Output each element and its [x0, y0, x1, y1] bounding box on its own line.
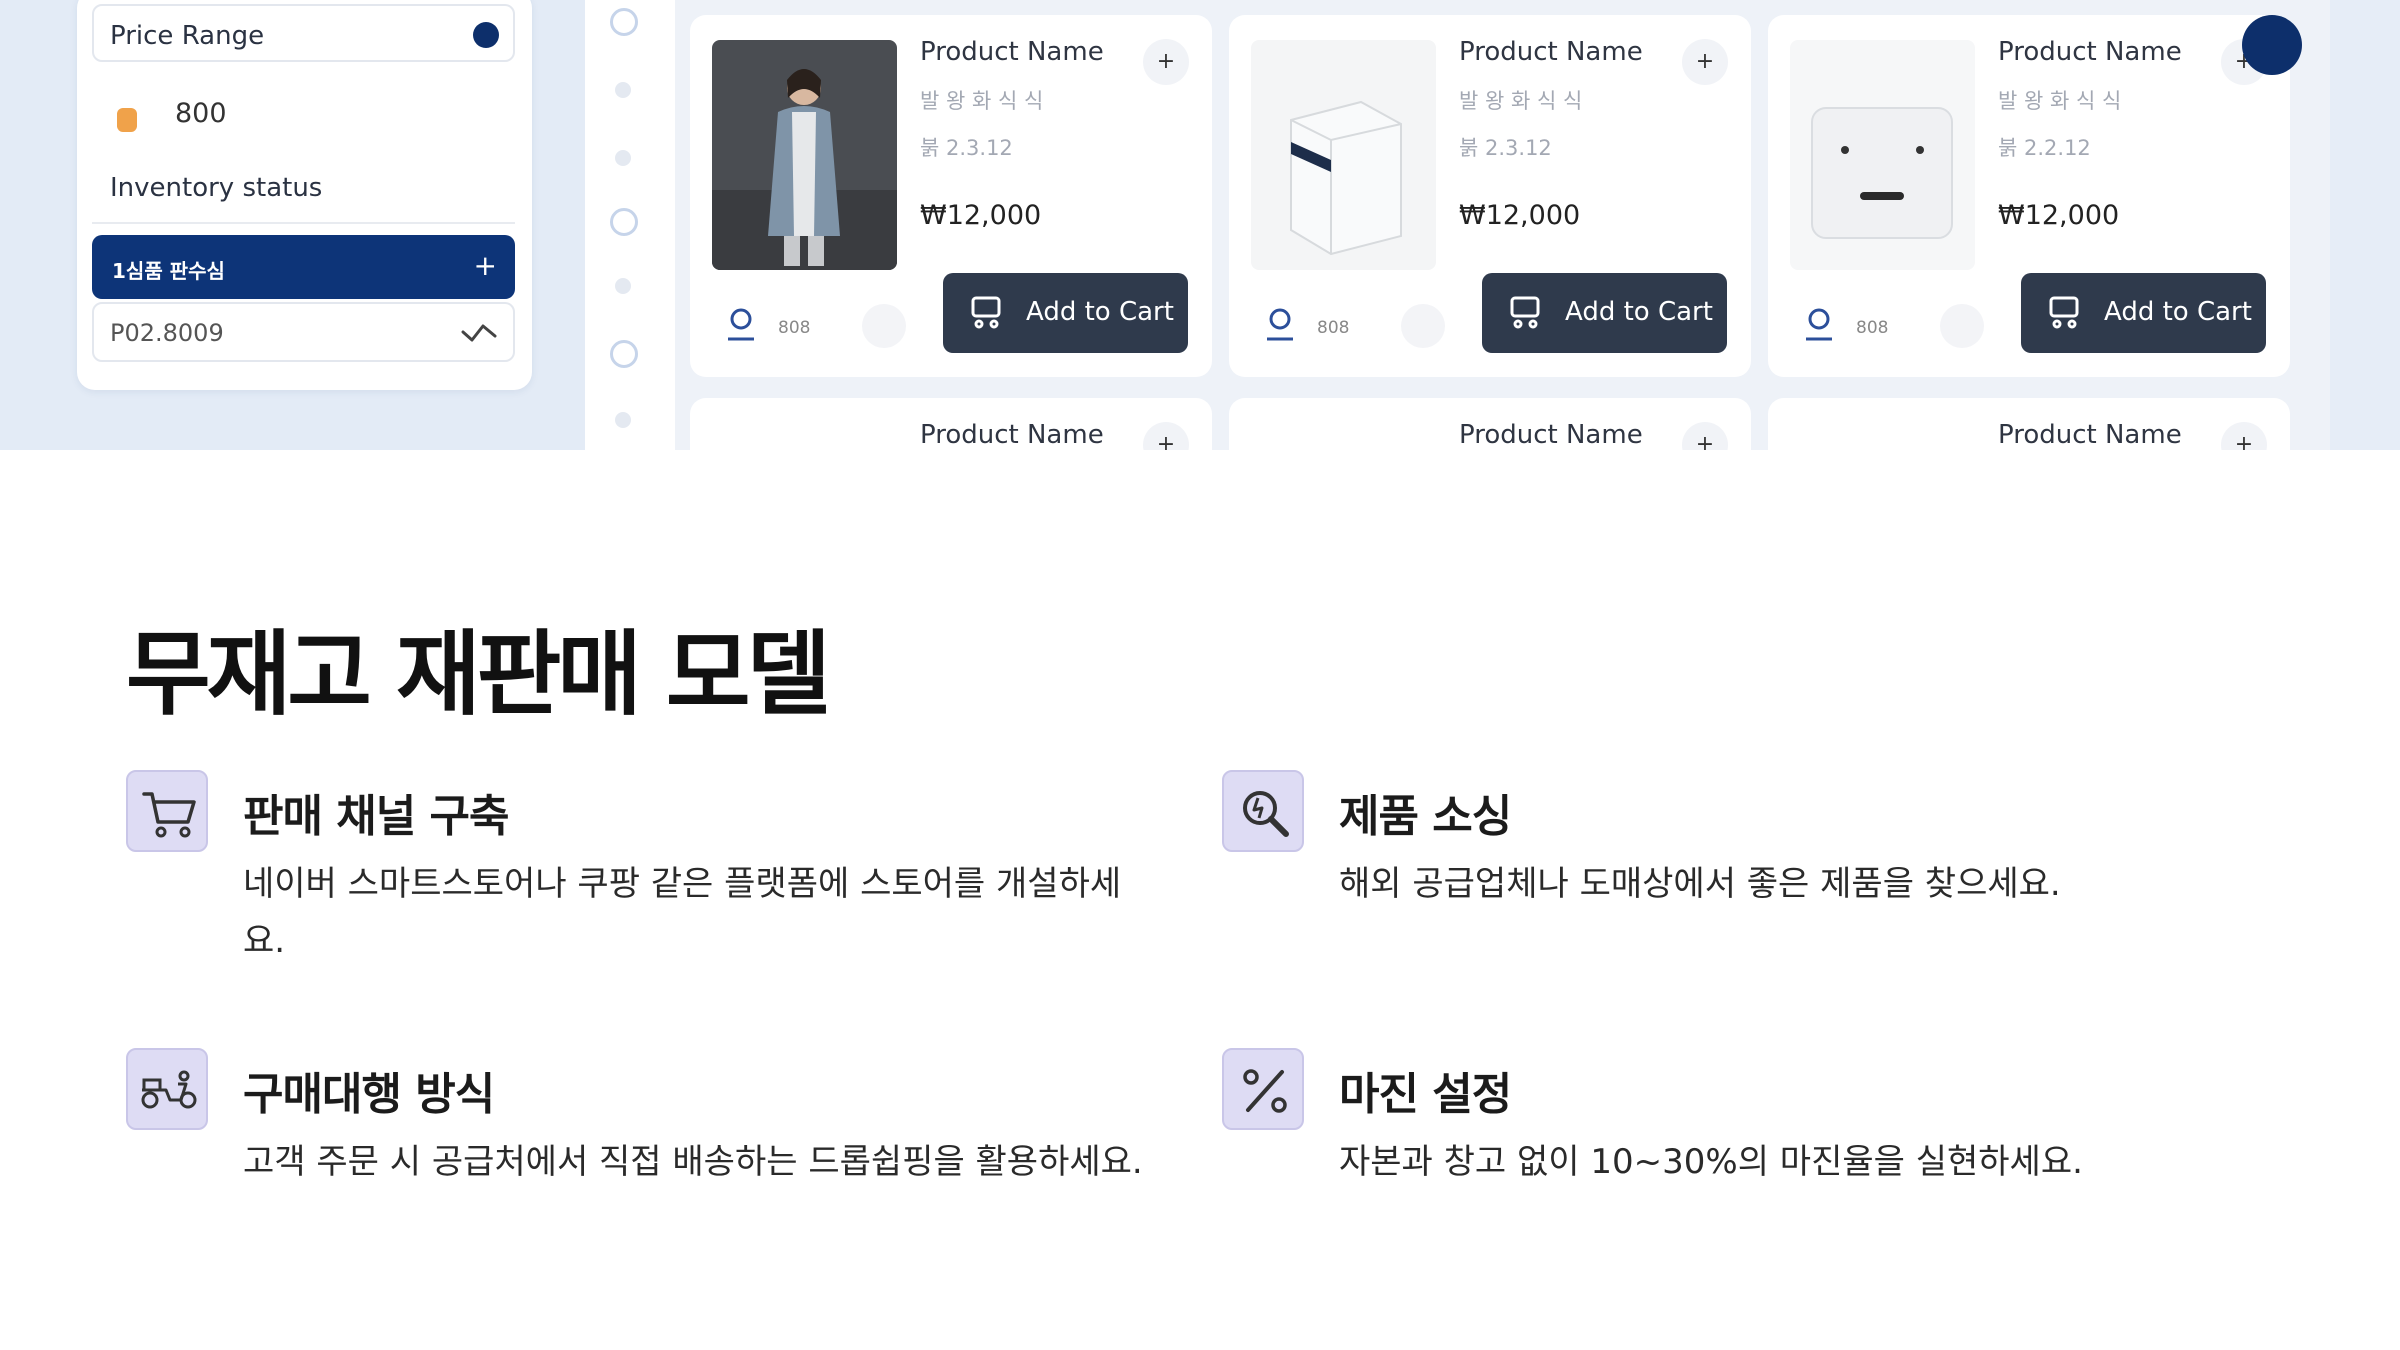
product-subtitle: 발 왕 화 식 식 [1459, 89, 1583, 113]
cart-icon [2049, 296, 2079, 329]
price-value-text: 800 [175, 98, 227, 129]
add-to-cart-label: Add to Cart [2104, 297, 2252, 327]
feature-description: 네이버 스마트스토어나 쿠팡 같은 플랫폼에 스토어를 개설하세 [243, 864, 1122, 904]
cart-icon [971, 296, 1001, 329]
plus-icon[interactable]: + [474, 249, 497, 282]
product-name[interactable]: Product Name [920, 37, 1104, 67]
search-tool-icon [1222, 770, 1304, 852]
add-to-cart-button[interactable]: Add to Cart [943, 273, 1188, 353]
delivery-scooter-icon [126, 1048, 208, 1130]
product-image-white-device[interactable] [1790, 40, 1975, 270]
product-meta: 붉 2.3.12 [920, 136, 1013, 160]
inventory-code-field[interactable]: P02.8009 [92, 302, 515, 362]
product-card[interactable]: Product Name + 발 왕 화 식 식 붉 2.3.12 ₩12,00… [1229, 15, 1751, 377]
product-card[interactable]: Product Name + [690, 398, 1212, 450]
circle-icon[interactable] [610, 208, 638, 236]
price-range-label: Price Range [110, 21, 265, 51]
product-subtitle: 발 왕 화 식 식 [920, 89, 1044, 113]
coin-icon [117, 108, 137, 132]
product-price: ₩12,000 [920, 200, 1042, 231]
product-name[interactable]: Product Name [920, 420, 1104, 450]
product-name[interactable]: Product Name [1459, 37, 1643, 67]
add-to-cart-button[interactable]: Add to Cart [2021, 273, 2266, 353]
add-to-cart-label: Add to Cart [1026, 297, 1174, 327]
product-count: 808 [1856, 318, 1889, 338]
inventory-status-selected: 1심품 판수심 [112, 259, 225, 283]
circle-icon[interactable] [610, 340, 638, 368]
dot-icon[interactable] [615, 412, 631, 428]
percent-icon [1222, 1048, 1304, 1130]
product-price: ₩12,000 [1998, 200, 2120, 231]
inventory-status-select[interactable]: 1심품 판수심 + [92, 235, 515, 299]
user-icon[interactable] [1263, 307, 1297, 341]
store-screenshot: Price Range 800 Inventory status 1심품 판수심… [0, 0, 2400, 450]
product-count: 808 [1317, 318, 1350, 338]
product-name[interactable]: Product Name [1459, 420, 1643, 450]
product-count: 808 [778, 318, 811, 338]
feature-description: 고객 주문 시 공급처에서 직접 배송하는 드롭쉽핑을 활용하세요. [243, 1142, 1143, 1182]
feature-title: 제품 소싱 [1339, 791, 1512, 842]
product-price: ₩12,000 [1459, 200, 1581, 231]
like-icon[interactable] [1940, 304, 1984, 348]
flag-icon[interactable] [610, 8, 638, 36]
product-card[interactable]: Product Name + 발 왕 화 식 식 붉 2.2.12 ₩12,00… [1768, 15, 2290, 377]
add-plus-icon[interactable]: + [1682, 422, 1728, 450]
slide-title: 무재고 재판매 모델 [126, 621, 831, 728]
floating-action-button[interactable] [2242, 15, 2302, 75]
product-subtitle: 발 왕 화 식 식 [1998, 89, 2122, 113]
inventory-code-value: P02.8009 [110, 319, 224, 347]
user-icon[interactable] [1802, 307, 1836, 341]
add-to-cart-label: Add to Cart [1565, 297, 1713, 327]
price-range-knob-icon[interactable] [473, 22, 499, 48]
feature-title: 판매 채널 구축 [243, 791, 510, 842]
add-plus-icon[interactable]: + [1682, 39, 1728, 85]
add-to-cart-button[interactable]: Add to Cart [1482, 273, 1727, 353]
product-image-white-box[interactable] [1251, 40, 1436, 270]
product-card[interactable]: Product Name + [1768, 398, 2290, 450]
pin-icon[interactable] [615, 82, 631, 98]
add-plus-icon[interactable]: + [1143, 422, 1189, 450]
product-name[interactable]: Product Name [1998, 420, 2182, 450]
product-image-woman-in-jacket[interactable] [712, 40, 897, 270]
feature-title: 구매대행 방식 [243, 1069, 495, 1120]
feature-title: 마진 설정 [1339, 1069, 1512, 1120]
feature-description: 자본과 창고 없이 10~30%의 마진율을 실현하세요. [1339, 1142, 2083, 1182]
cart-icon [1510, 296, 1540, 329]
product-meta: 붉 2.3.12 [1459, 136, 1552, 160]
icon-rail [585, 0, 675, 450]
product-card[interactable]: Product Name + 발 왕 화 식 식 붉 2.3.12 ₩12,00… [690, 15, 1212, 377]
product-grid: Product Name + 발 왕 화 식 식 붉 2.3.12 ₩12,00… [675, 0, 2330, 450]
moon-icon[interactable] [615, 150, 631, 166]
product-card[interactable]: Product Name + [1229, 398, 1751, 450]
filter-panel: Price Range 800 Inventory status 1심품 판수심… [77, 0, 532, 390]
product-meta: 붉 2.2.12 [1998, 136, 2091, 160]
feature-description: 해외 공급업체나 도매상에서 좋은 제품을 찾으세요. [1339, 864, 2061, 904]
add-plus-icon[interactable]: + [1143, 39, 1189, 85]
chevron-check-icon [461, 324, 497, 342]
cart-icon [126, 770, 208, 852]
like-icon[interactable] [1401, 304, 1445, 348]
user-icon[interactable] [724, 307, 758, 341]
filter-sidebar: Price Range 800 Inventory status 1심품 판수심… [0, 0, 585, 450]
like-icon[interactable] [862, 304, 906, 348]
divider [92, 222, 515, 224]
dot-icon[interactable] [615, 278, 631, 294]
price-range-field[interactable]: Price Range [92, 4, 515, 62]
inventory-status-label: Inventory status [110, 173, 323, 203]
add-plus-icon[interactable]: + [2221, 422, 2267, 450]
product-name[interactable]: Product Name [1998, 37, 2182, 67]
feature-description: 요. [243, 921, 286, 961]
